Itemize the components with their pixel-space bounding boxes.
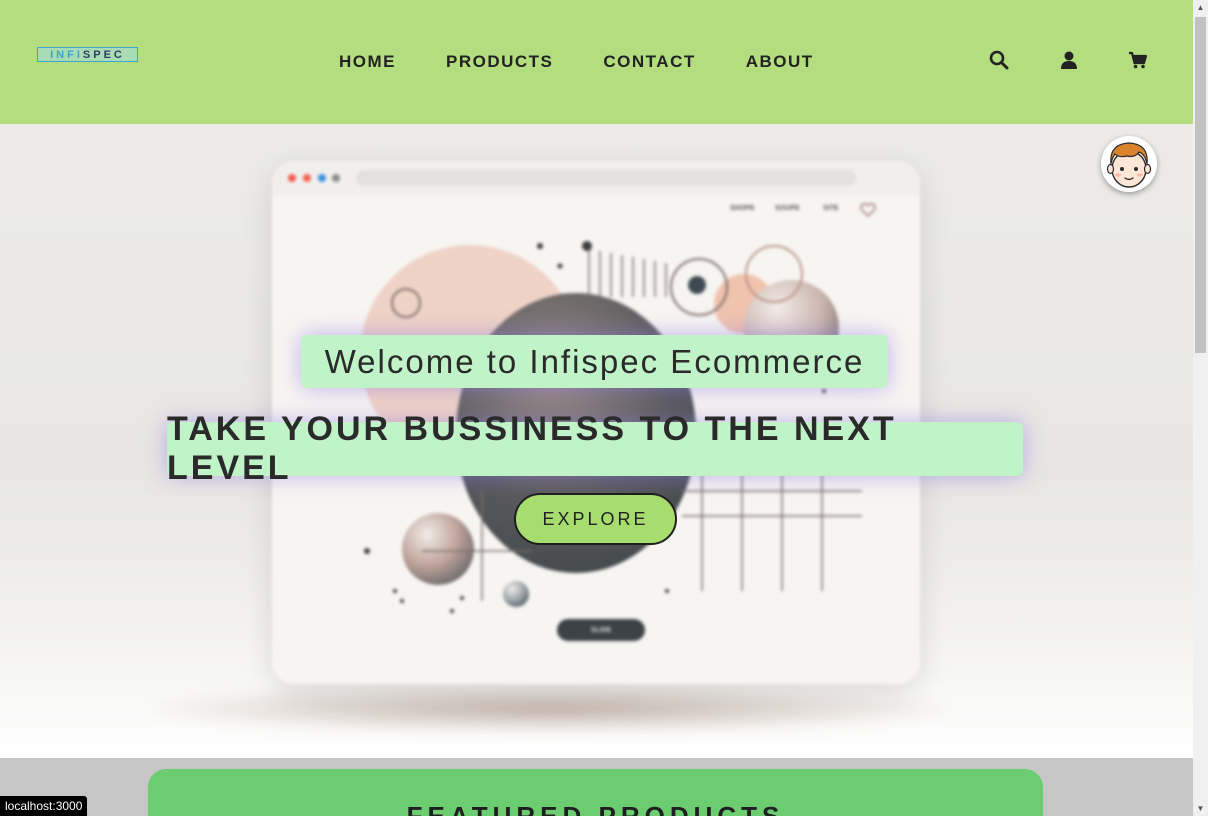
tagline-banner: TAKE YOUR BUSSINESS TO THE NEXT LEVEL xyxy=(167,410,1023,487)
logo-text-left: INFI xyxy=(50,48,83,61)
logo[interactable]: INFI SPEC xyxy=(37,47,138,62)
navbar: INFI SPEC HOME PRODUCTS CONTACT ABOUT xyxy=(0,0,1193,124)
chatbot-avatar-icon[interactable] xyxy=(1101,136,1157,192)
nav-home-link[interactable]: HOME xyxy=(339,52,396,72)
nav-about-link[interactable]: ABOUT xyxy=(746,52,814,72)
nav-contact-link[interactable]: CONTACT xyxy=(603,52,695,72)
nav-links: HOME PRODUCTS CONTACT ABOUT xyxy=(339,52,864,72)
status-bar-url: localhost:3000 xyxy=(0,796,88,816)
welcome-banner: Welcome to Infispec Ecommerce xyxy=(301,335,888,388)
logo-text-mid: SPEC xyxy=(82,48,125,61)
user-icon[interactable] xyxy=(1059,50,1079,70)
cart-icon[interactable] xyxy=(1128,50,1148,70)
hero-section: SHOPE SOUPE SITE SLIDE Welcome to Infisp… xyxy=(0,124,1193,758)
page: INFI SPEC HOME PRODUCTS CONTACT ABOUT SH… xyxy=(0,0,1193,816)
hero-floor-shadow xyxy=(150,684,950,734)
scroll-down-arrow-icon[interactable]: ▼ xyxy=(1193,801,1208,816)
featured-products-section: FEATURED PRODUCTS xyxy=(148,769,1043,816)
nav-products-link[interactable]: PRODUCTS xyxy=(446,52,553,72)
mock-slide-button: SLIDE xyxy=(557,619,645,641)
page-scrollbar[interactable]: ▲ ▼ xyxy=(1193,0,1208,816)
search-icon[interactable] xyxy=(989,50,1009,70)
scroll-up-arrow-icon[interactable]: ▲ xyxy=(1193,0,1208,15)
scrollbar-thumb[interactable] xyxy=(1195,17,1206,353)
featured-products-title: FEATURED PRODUCTS xyxy=(406,801,785,816)
explore-button[interactable]: EXPLORE xyxy=(514,493,677,545)
